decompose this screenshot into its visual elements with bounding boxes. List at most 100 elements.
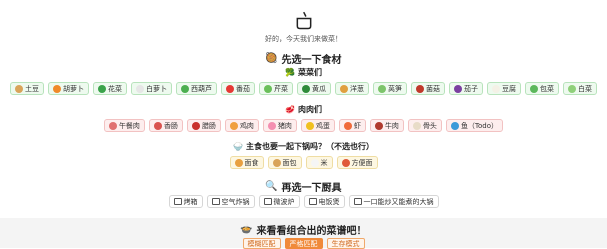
veg-chip-label: 茄子: [464, 84, 478, 93]
subtitle: 好的，今天我们来做菜！: [265, 35, 342, 43]
veg-chip-label: 豆腐: [502, 84, 516, 93]
shrimp-icon: [343, 121, 352, 130]
staple-chip-label: 面包: [282, 158, 297, 167]
tool-chip[interactable]: 空气炸锅: [206, 195, 255, 208]
meat-chip-label: 腊肠: [201, 121, 216, 130]
veg-chip-label: 白萝卜: [146, 84, 167, 93]
cured-sausage-icon: [191, 121, 200, 130]
veg-chip[interactable]: 番茄: [221, 82, 255, 95]
veg-chip[interactable]: 洋葱: [335, 82, 369, 95]
chef-icon: 🍲: [240, 224, 253, 235]
luncheon-meat-icon: [108, 121, 117, 130]
radish-icon: [136, 84, 144, 93]
celery-icon: [264, 84, 272, 93]
beef-icon: [374, 121, 383, 130]
veg-chip[interactable]: 土豆: [10, 82, 44, 95]
veg-chip[interactable]: 黄瓜: [297, 82, 331, 95]
veg-chip-label: 番茄: [236, 84, 250, 93]
rice-icon: [310, 158, 319, 167]
ingredients-title: 🥘 先选一下食材: [0, 51, 607, 66]
search-icon: 🔍: [265, 181, 278, 192]
veg-chip-label: 包菜: [540, 84, 554, 93]
veg-chip[interactable]: 白菜: [563, 82, 597, 95]
staple-chip-row: 面食 面包 米 方便面: [0, 156, 607, 169]
tool-chip[interactable]: 电饭煲: [303, 195, 345, 208]
egg-icon: [305, 121, 314, 130]
tools-title-label: 再选一下厨具: [281, 183, 342, 194]
cucumber-icon: [302, 84, 310, 93]
tool-chip-label: 烤箱: [183, 197, 198, 206]
broccoli-icon: 🥦: [285, 68, 295, 77]
veg-chip[interactable]: 菌菇: [411, 82, 445, 95]
meat-chip[interactable]: 午餐肉: [103, 119, 145, 132]
staple-chip-label: 方便面: [351, 158, 373, 167]
tool-chip-label: 微波炉: [273, 197, 295, 206]
sausage-icon: [153, 121, 162, 130]
meat-chip-label: 骨头: [422, 121, 437, 130]
tool-chip[interactable]: 微波炉: [258, 195, 300, 208]
veg-chip[interactable]: 豆腐: [487, 82, 521, 95]
match-mode-button[interactable]: 生存模式: [326, 238, 365, 249]
food-icon: 🥘: [265, 53, 278, 64]
chicken-icon: [229, 121, 238, 130]
veg-chip[interactable]: 芹菜: [259, 82, 293, 95]
meat-chip[interactable]: 牛肉: [369, 119, 404, 132]
veg-chip[interactable]: 包菜: [525, 82, 559, 95]
page: 好的，今天我们来做菜！ 🥘 先选一下食材 🥦 菜菜们 土豆 胡萝卜 花菜 白萝卜 西葫芦…: [0, 0, 607, 249]
match-mode-button[interactable]: 严格匹配: [284, 238, 323, 249]
veg-chip[interactable]: 西葫芦: [176, 82, 217, 95]
veg-chip-label: 白菜: [578, 84, 592, 93]
tool-chip[interactable]: 一口能炒又能煮的大锅: [348, 195, 439, 208]
tofu-icon: [492, 84, 500, 93]
eggplant-icon: [454, 84, 462, 93]
veg-chip[interactable]: 茄子: [449, 82, 483, 95]
microwave-icon: [263, 198, 272, 205]
staple-chip-label: 面食: [244, 158, 259, 167]
fish-icon: [450, 121, 459, 130]
veg-chip-label: 花菜: [108, 84, 122, 93]
veg-chip[interactable]: 白萝卜: [131, 82, 172, 95]
meat-chip-label: 鸡蛋: [315, 121, 330, 130]
tool-chip[interactable]: 烤箱: [168, 195, 203, 208]
meat-chip-label: 午餐肉: [118, 121, 140, 130]
bread-icon: [272, 158, 281, 167]
instant-noodles-icon: [341, 158, 350, 167]
meat-title: 🥩 肉肉们: [0, 104, 607, 115]
rice-cooker-icon: [308, 198, 317, 205]
meat-chip[interactable]: 香肠: [148, 119, 183, 132]
staple-chip[interactable]: 方便面: [336, 156, 378, 169]
wok-icon: [353, 198, 362, 205]
staple-chip[interactable]: 面食: [229, 156, 264, 169]
veg-chip-label: 黄瓜: [312, 84, 326, 93]
tool-chip-label: 空气炸锅: [221, 197, 250, 206]
match-mode-row: 模糊匹配 严格匹配 生存模式: [0, 238, 607, 249]
meat-chip[interactable]: 猪肉: [262, 119, 297, 132]
staple-chip[interactable]: 米: [305, 156, 333, 169]
meat-chip[interactable]: 腊肠: [186, 119, 221, 132]
veg-chip[interactable]: 莴笋: [373, 82, 407, 95]
meat-chip[interactable]: 鸡蛋: [300, 119, 335, 132]
noodles-icon: [234, 158, 243, 167]
bone-icon: [412, 121, 421, 130]
tool-chip-row: 烤箱 空气炸锅 微波炉 电饭煲 一口能炒又能煮的大锅: [0, 195, 607, 208]
veg-chip[interactable]: 胡萝卜: [48, 82, 89, 95]
tomato-icon: [226, 84, 234, 93]
rice-bowl-icon: 🍚: [233, 142, 243, 151]
meat-chip[interactable]: 骨头: [407, 119, 442, 132]
meat-chip[interactable]: 鸡肉: [224, 119, 259, 132]
meat-chip-label: 鸡肉: [239, 121, 254, 130]
veg-chip[interactable]: 花菜: [93, 82, 127, 95]
meat-chip-row: 午餐肉 香肠 腊肠 鸡肉 猪肉 鸡蛋 虾 牛肉 骨头 鱼（Todo）: [0, 119, 607, 132]
veg-chip-row: 土豆 胡萝卜 花菜 白萝卜 西葫芦 番茄 芹菜 黄瓜 洋葱 莴笋 菌菇 茄子 豆腐 包菜 白菜: [0, 82, 607, 95]
meat-chip[interactable]: 虾: [338, 119, 366, 132]
carrot-icon: [53, 84, 61, 93]
veg-chip-label: 芹菜: [274, 84, 288, 93]
meat-chip[interactable]: 鱼（Todo）: [445, 119, 504, 132]
staple-chip-label: 米: [320, 158, 328, 167]
lettuce-icon: [378, 84, 386, 93]
pot-logo-icon: [0, 10, 607, 32]
meat-chip-label: 鱼（Todo）: [460, 121, 499, 130]
match-mode-button[interactable]: 模糊匹配: [242, 238, 281, 249]
veg-chip-label: 胡萝卜: [63, 84, 84, 93]
staple-chip[interactable]: 面包: [267, 156, 302, 169]
